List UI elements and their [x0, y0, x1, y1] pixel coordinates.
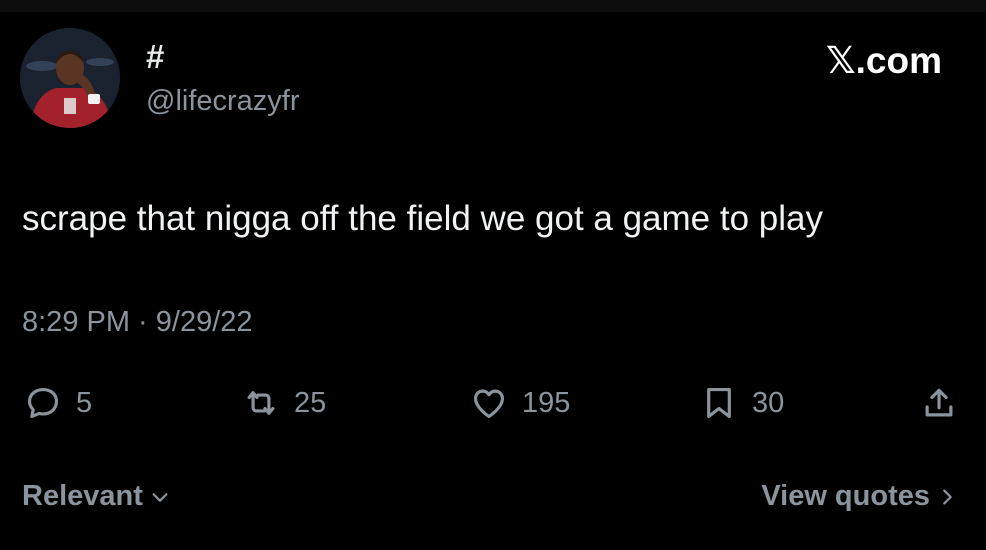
reply-count: 5	[76, 386, 93, 419]
avatar-image	[20, 28, 120, 128]
bookmark-icon	[707, 387, 731, 419]
repost-arrows-icon	[247, 391, 275, 415]
repost-button[interactable]: 25	[242, 380, 326, 426]
action-bar: 5 25 195 30	[0, 380, 986, 426]
chevron-right-icon	[943, 488, 952, 505]
view-quotes-link[interactable]: View quotes	[761, 480, 958, 513]
view-quotes-label: View quotes	[761, 480, 930, 512]
sort-replies-dropdown[interactable]: Relevant	[22, 480, 171, 513]
tweet-text: scrape that nigga off the field we got a…	[22, 199, 823, 238]
speech-bubble-icon	[27, 387, 59, 419]
heart-icon	[473, 389, 505, 419]
sort-label: Relevant	[22, 480, 143, 512]
x-brand-logo: 𝕏.com	[825, 40, 942, 81]
user-handle[interactable]: @lifecrazyfr	[146, 87, 300, 116]
share-button[interactable]	[920, 380, 958, 426]
like-count: 195	[522, 386, 571, 419]
share-upload-icon	[925, 388, 953, 417]
reply-button[interactable]: 5	[24, 380, 92, 426]
chevron-down-icon	[152, 492, 168, 502]
bookmark-button[interactable]: 30	[700, 380, 784, 426]
top-strip	[0, 0, 986, 12]
like-button[interactable]: 195	[470, 380, 570, 426]
repost-count: 25	[294, 386, 327, 419]
bookmark-count: 30	[752, 386, 785, 419]
avatar[interactable]	[20, 28, 120, 128]
tweet-timestamp[interactable]: 8:29 PM · 9/29/22	[22, 308, 253, 337]
display-name[interactable]: #	[146, 40, 164, 73]
